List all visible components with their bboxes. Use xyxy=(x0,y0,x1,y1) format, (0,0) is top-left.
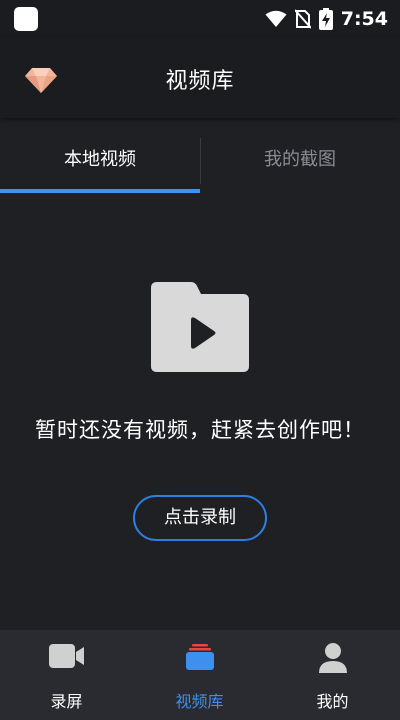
bottom-nav: 录屏 视频库 我的 xyxy=(0,630,400,720)
battery-charging-icon xyxy=(318,8,333,30)
status-bar: 7:54 xyxy=(0,0,400,38)
tab-local-videos[interactable]: 本地视频 xyxy=(0,128,200,194)
status-time: 7:54 xyxy=(340,8,388,30)
wifi-icon xyxy=(265,10,287,27)
tab-my-screenshots[interactable]: 我的截图 xyxy=(200,128,400,194)
nav-label-mine: 我的 xyxy=(316,692,349,711)
status-icons: 7:54 xyxy=(265,7,388,31)
app-notification-icon xyxy=(14,7,38,31)
page-title: 视频库 xyxy=(165,69,235,94)
tab-bar: 本地视频 我的截图 xyxy=(0,128,400,194)
folder-play-icon xyxy=(151,282,249,372)
empty-state-message: 暂时还没有视频，赶紧去创作吧！ xyxy=(35,418,365,442)
nav-item-library[interactable]: 视频库 xyxy=(133,630,266,720)
nav-item-mine[interactable]: 我的 xyxy=(266,630,399,720)
tab-active-indicator xyxy=(0,189,200,193)
nav-label-record: 录屏 xyxy=(50,692,83,711)
header-bar: 视频库 xyxy=(0,38,400,118)
camera-icon xyxy=(48,644,84,668)
record-button[interactable]: 点击录制 xyxy=(133,495,267,541)
library-icon xyxy=(185,644,214,670)
nav-label-library: 视频库 xyxy=(175,692,224,711)
no-sim-icon xyxy=(294,9,311,29)
person-icon xyxy=(318,643,347,673)
nav-item-record[interactable]: 录屏 xyxy=(0,630,133,720)
